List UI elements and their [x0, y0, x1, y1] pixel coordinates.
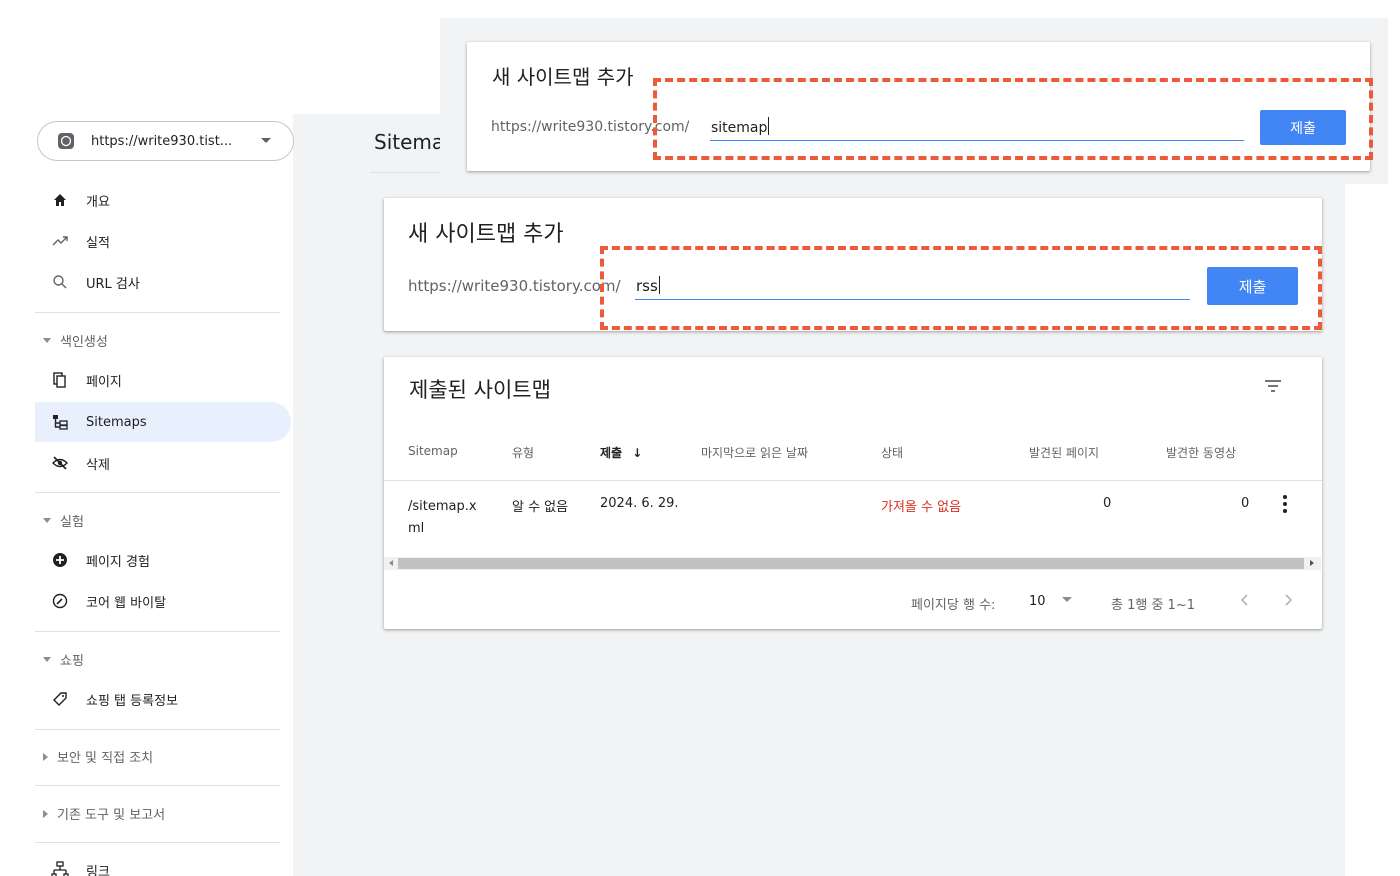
sidebar-item-removals[interactable]: 삭제: [35, 443, 291, 483]
sidebar-divider: [35, 842, 280, 843]
card-title: 제출된 사이트맵: [409, 378, 551, 402]
section-label: 기존 도구 및 보고서: [57, 808, 166, 823]
sidebar-divider: [35, 729, 280, 730]
chevron-right-icon[interactable]: [1282, 592, 1294, 608]
sidebar-item-label: URL 검사: [86, 276, 140, 292]
gauge-icon: [52, 593, 68, 609]
column-label: 제출: [600, 446, 623, 460]
section-legacy[interactable]: 기존 도구 및 보고서: [43, 804, 165, 823]
sidebar-item-pages[interactable]: 페이지: [35, 360, 291, 400]
card-title: 새 사이트맵 추가: [408, 222, 564, 247]
scroll-right-icon[interactable]: [1310, 560, 1314, 566]
home-icon: [54, 194, 66, 206]
sidebar-item-label: 쇼핑 탭 등록정보: [86, 693, 178, 709]
sitemap-path-line: /sitemap.x: [408, 499, 477, 514]
column-header-discovered-videos: 발견한 동영상: [1166, 446, 1237, 460]
title-divider: [370, 172, 440, 173]
sidebar-item-label: 링크: [86, 864, 110, 876]
section-experiments[interactable]: 실험: [43, 511, 84, 530]
sidebar-item-links[interactable]: 링크: [35, 850, 291, 876]
pagination-range: 총 1행 중 1~1: [1111, 598, 1195, 613]
sidebar-divider: [35, 312, 280, 313]
sitemap-type: 알 수 없음: [512, 500, 569, 515]
expand-less-icon: [43, 338, 51, 343]
sidebar-item-sitemaps[interactable]: Sitemaps: [35, 402, 291, 442]
column-header-type: 유형: [512, 446, 535, 460]
sidebar-item-url-inspection[interactable]: URL 검사: [35, 262, 291, 302]
section-label: 쇼핑: [60, 654, 84, 669]
column-header-last-read: 마지막으로 읽은 날짜: [701, 446, 808, 460]
sidebar-item-label: 삭제: [86, 457, 110, 473]
chevron-down-icon[interactable]: [1062, 597, 1072, 602]
section-label: 실험: [60, 515, 84, 530]
search-icon: [53, 275, 67, 289]
expand-more-icon: [43, 809, 48, 818]
property-selector[interactable]: https://write930.tist...: [37, 121, 294, 161]
expand-less-icon: [43, 518, 51, 523]
tag-icon: [53, 692, 67, 706]
sidebar-divider: [35, 631, 280, 632]
arrow-down-icon: ↓: [632, 446, 643, 460]
sidebar-divider: [35, 785, 280, 786]
sidebar-item-page-experience[interactable]: 페이지 경험: [35, 540, 291, 580]
chevron-left-icon[interactable]: [1239, 592, 1251, 608]
header-divider: [384, 480, 1322, 481]
discovered-pages-count: 0: [1103, 496, 1112, 511]
column-header-discovered-pages: 발견된 페이지: [1029, 446, 1100, 460]
sidebar-item-label: 페이지 경험: [86, 554, 150, 570]
globe-icon: [58, 133, 74, 149]
section-label: 보안 및 직접 조치: [57, 751, 154, 766]
sidebar-item-label: 페이지: [86, 374, 122, 390]
sitemap-submitted-date: 2024. 6. 29.: [600, 496, 679, 511]
section-security[interactable]: 보안 및 직접 조치: [43, 747, 153, 766]
expand-more-icon: [43, 752, 48, 761]
rows-per-page-label: 페이지당 행 수:: [911, 598, 996, 613]
sidebar-item-shopping-tab[interactable]: 쇼핑 탭 등록정보: [35, 679, 291, 719]
scrollbar-thumb[interactable]: [398, 558, 1304, 569]
sitemap-path: /sitemap.x ml: [408, 496, 477, 540]
highlight-box: [653, 78, 1373, 160]
expand-less-icon: [43, 657, 51, 662]
section-shopping[interactable]: 쇼핑: [43, 650, 84, 669]
section-indexing[interactable]: 색인생성: [43, 331, 108, 350]
sidebar-item-label: 개요: [86, 194, 110, 210]
sidebar-item-label: 실적: [86, 235, 110, 251]
column-header-sitemap: Sitemap: [408, 444, 458, 458]
highlight-box: [600, 246, 1322, 330]
filter-icon[interactable]: [1263, 378, 1283, 394]
sitemap-path-line: ml: [408, 521, 425, 536]
sidebar-item-core-web-vitals[interactable]: 코어 웹 바이탈: [35, 581, 291, 621]
card-title: 새 사이트맵 추가: [492, 65, 634, 89]
sidebar-divider: [35, 492, 280, 493]
property-url: https://write930.tist...: [91, 133, 233, 149]
sidebar-item-performance[interactable]: 실적: [35, 221, 291, 261]
more-vert-icon[interactable]: [1281, 494, 1289, 514]
sitemap-icon: [53, 415, 68, 430]
plus-circle-icon: [53, 553, 67, 567]
sidebar-item-label: Sitemaps: [86, 414, 147, 430]
column-header-status: 상태: [881, 446, 904, 460]
eye-off-icon: [52, 456, 68, 470]
column-header-submitted[interactable]: 제출 ↓: [600, 444, 642, 461]
sitemap-status: 가져올 수 없음: [881, 500, 962, 515]
links-icon: [51, 861, 69, 876]
sidebar-item-overview[interactable]: 개요: [35, 180, 291, 220]
pages-icon: [53, 372, 66, 388]
discovered-videos-count: 0: [1241, 496, 1250, 511]
rows-per-page-select[interactable]: 10: [1029, 594, 1046, 609]
section-label: 색인생성: [60, 335, 108, 350]
trending-up-icon: [52, 236, 68, 246]
chevron-down-icon: [261, 138, 271, 143]
url-prefix: https://write930.tistory.com/: [408, 277, 621, 295]
sidebar-item-label: 코어 웹 바이탈: [86, 595, 167, 611]
scroll-left-icon[interactable]: [389, 560, 393, 566]
